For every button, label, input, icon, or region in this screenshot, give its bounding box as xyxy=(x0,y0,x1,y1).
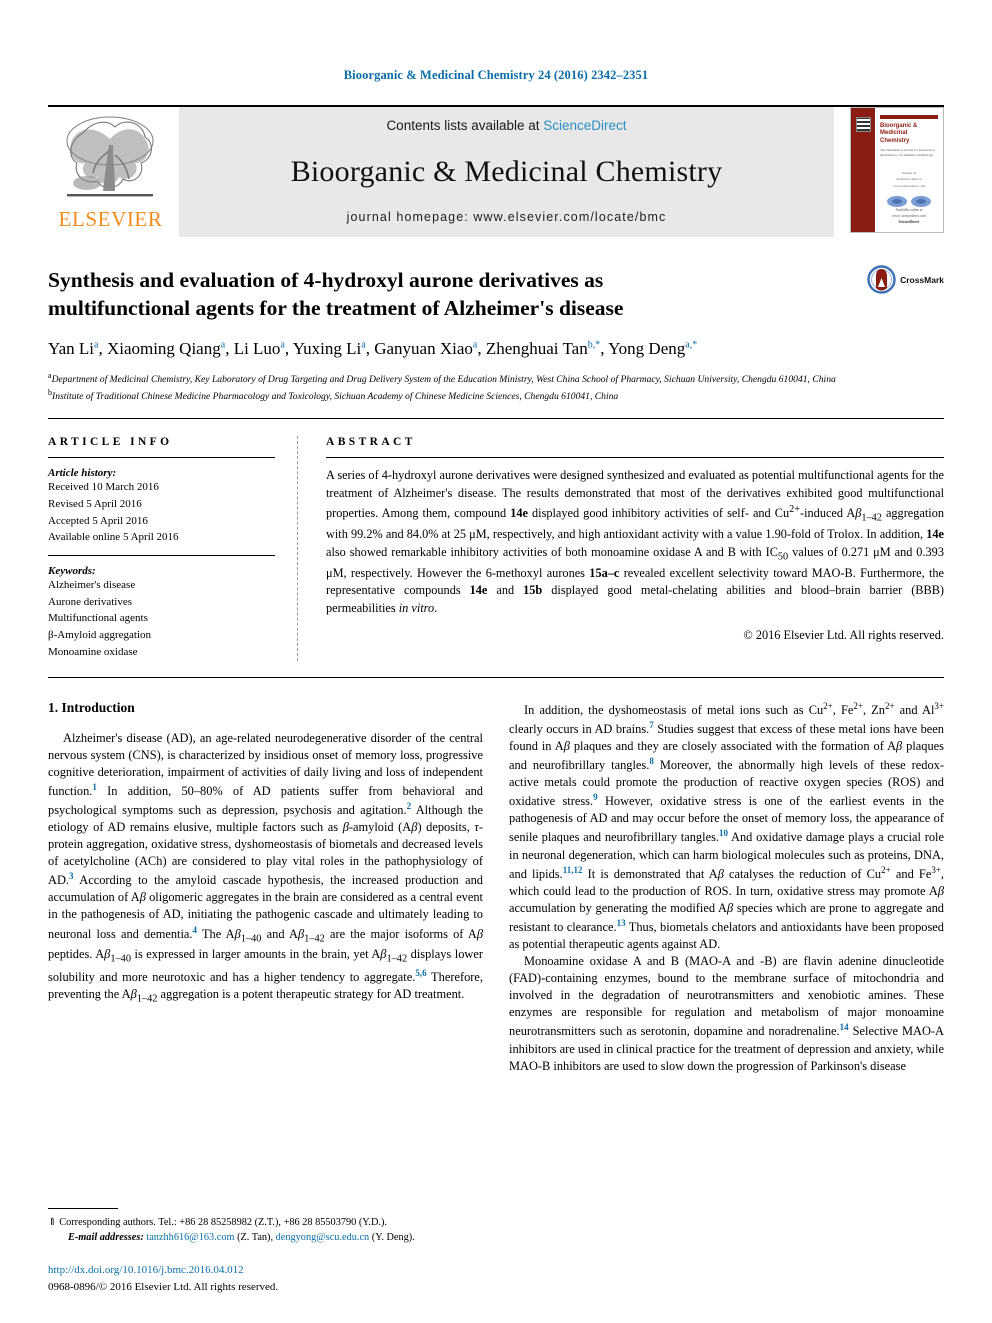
sciencedirect-link[interactable]: ScienceDirect xyxy=(543,118,626,133)
divider xyxy=(48,457,275,459)
corresponding-marker: ⇑ xyxy=(48,1217,57,1229)
keyword-item: Alzheimer's disease xyxy=(48,579,136,592)
paragraph: Alzheimer's disease (AD), an age-related… xyxy=(48,730,484,1005)
body-divider xyxy=(48,676,944,678)
corresponding-text: Corresponding authors. Tel.: +86 28 8525… xyxy=(59,1217,387,1229)
doi-link[interactable]: http://dx.doi.org/10.1016/j.bmc.2016.04.… xyxy=(48,1262,486,1279)
issn-copyright-line: 0968-0896/© 2016 Elsevier Ltd. All right… xyxy=(48,1280,279,1293)
body-column-right: In addition, the dyshomeostasis of metal… xyxy=(509,700,944,1075)
paragraph: In addition, the dyshomeostasis of metal… xyxy=(509,700,945,952)
history-item: Available online 5 April 2016 xyxy=(48,531,179,544)
email-link-tan[interactable]: tanzhh616@163.com xyxy=(146,1232,234,1243)
keyword-item: β-Amyloid aggregation xyxy=(48,629,152,642)
elsevier-logo: ELSEVIER xyxy=(48,107,173,237)
body-column-left: 1. Introduction Alzheimer's disease (AD)… xyxy=(48,700,483,1075)
contents-prefix: Contents lists available at xyxy=(386,118,544,133)
journal-homepage[interactable]: journal homepage: www.elsevier.com/locat… xyxy=(347,210,667,224)
crossmark-icon xyxy=(867,265,896,294)
keyword-item: Aurone derivatives xyxy=(48,595,132,608)
author-list: Yan Lia, Xiaoming Qianga, Li Luoa, Yuxin… xyxy=(48,339,698,359)
cover-artwork xyxy=(880,195,938,207)
journal-cover-thumbnail[interactable]: Bioorganic & Medicinal Chemistry The Tet… xyxy=(850,107,944,233)
abstract-column: ABSTRACT A series of 4-hydroxyl aurone d… xyxy=(298,436,944,660)
body-columns: 1. Introduction Alzheimer's disease (AD)… xyxy=(48,700,944,1075)
article-info-heading: ARTICLE INFO xyxy=(48,436,173,449)
cover-bottom-line-1: Available online at www.sciencedirect.co… xyxy=(891,207,927,218)
affiliations: aDepartment of Medicinal Chemistry, Key … xyxy=(48,370,839,404)
affiliation-b: bInstitute of Traditional Chinese Medici… xyxy=(48,388,619,403)
keywords-block: Keywords: Alzheimer's disease Aurone der… xyxy=(48,565,275,661)
running-head: Bioorganic & Medicinal Chemistry 24 (201… xyxy=(343,68,649,82)
author: Zhenghuai Tanb,* xyxy=(485,339,601,359)
author: Yan Lia xyxy=(48,339,99,359)
title-area: Synthesis and evaluation of 4-hydroxyl a… xyxy=(48,265,944,404)
email-link-deng[interactable]: dengyong@scu.edu.cn xyxy=(276,1232,370,1243)
article-history-label: Article history: xyxy=(48,467,117,480)
paragraph: Monoamine oxidase A and B (MAO-A and -B)… xyxy=(509,954,944,1073)
cover-bottom-line-2: ScienceDirect xyxy=(898,219,920,224)
divider xyxy=(48,555,275,557)
journal-masthead: ELSEVIER Contents lists available at Sci… xyxy=(48,105,944,237)
keyword-item: Multifunctional agents xyxy=(48,612,148,625)
elsevier-wordmark: ELSEVIER xyxy=(58,207,163,231)
article-info-column: ARTICLE INFO Article history: Received 1… xyxy=(48,436,298,661)
cover-bottom-text: Available online at www.sciencedirect.co… xyxy=(880,207,938,228)
author: Yuxing Lia xyxy=(292,339,366,359)
history-item: Received 10 March 2016 xyxy=(48,481,159,494)
cover-spine xyxy=(851,108,875,232)
keywords-list: Alzheimer's disease Aurone derivatives M… xyxy=(48,577,275,661)
cover-subtitle: The Tetrahedron Journal for Research at … xyxy=(880,148,935,158)
page-title: Synthesis and evaluation of 4-hydroxyl a… xyxy=(48,267,839,322)
copyright-line: © 2016 Elsevier Ltd. All rights reserved… xyxy=(743,627,944,642)
molecule-icon xyxy=(887,195,907,207)
author: Li Luoa xyxy=(233,339,285,359)
contents-available-line: Contents lists available at ScienceDirec… xyxy=(386,118,626,133)
email-note: E-mail addresses: tanzhh616@163.com (Z. … xyxy=(48,1231,486,1246)
journal-title: Bioorganic & Medicinal Chemistry xyxy=(290,154,723,188)
footnote-rule xyxy=(48,1208,118,1210)
journal-band: Contents lists available at ScienceDirec… xyxy=(179,107,834,237)
journal-cover-block: Bioorganic & Medicinal Chemistry The Tet… xyxy=(834,107,944,237)
elsevier-tree-icon xyxy=(66,116,154,197)
cover-availability: Available online at www.sciencedirect.co… xyxy=(892,177,926,188)
history-item: Revised 5 April 2016 xyxy=(48,497,142,510)
cover-mid-text: Volume 24 Available online at www.scienc… xyxy=(880,170,938,188)
history-item: Accepted 5 April 2016 xyxy=(48,514,148,527)
author: Xiaoming Qianga xyxy=(106,339,226,359)
article-title-line-1: Synthesis and evaluation of 4-hydroxyl a… xyxy=(48,268,604,292)
qr-code-icon xyxy=(855,117,871,132)
article-history-list: Received 10 March 2016 Revised 5 April 2… xyxy=(48,479,275,546)
abstract-heading: ABSTRACT xyxy=(326,436,416,449)
keyword-item: Monoamine oxidase xyxy=(48,645,138,658)
footnote-block: ⇑ Corresponding authors. Tel.: +86 28 85… xyxy=(48,1208,486,1295)
section-heading-introduction: 1. Introduction xyxy=(48,699,135,715)
author: Ganyuan Xiaoa xyxy=(374,339,478,359)
crossmark-badge[interactable]: CrossMark xyxy=(867,265,944,294)
cover-topbar xyxy=(880,115,938,119)
corresponding-author-note: ⇑ Corresponding authors. Tel.: +86 28 85… xyxy=(48,1216,486,1231)
email-owner-tan: (Z. Tan), xyxy=(237,1232,274,1244)
journal-article-page: Bioorganic & Medicinal Chemistry 24 (201… xyxy=(0,0,992,1323)
author: Yong Denga,* xyxy=(608,339,698,359)
molecule-icon xyxy=(911,195,931,207)
abstract-text: A series of 4-hydroxyl aurone derivative… xyxy=(326,468,945,616)
cover-body: Bioorganic & Medicinal Chemistry The Tet… xyxy=(875,108,943,232)
divider xyxy=(326,457,944,459)
info-abstract-region: ARTICLE INFO Article history: Received 1… xyxy=(48,418,944,661)
cover-title: Bioorganic & Medicinal Chemistry xyxy=(880,122,918,144)
keywords-label: Keywords: xyxy=(48,565,96,578)
crossmark-label: CrossMark xyxy=(900,274,944,285)
doi-block: http://dx.doi.org/10.1016/j.bmc.2016.04.… xyxy=(48,1262,486,1295)
email-owner-deng: (Y. Deng). xyxy=(371,1232,415,1244)
article-title-line-2: multifunctional agents for the treatment… xyxy=(48,295,624,320)
affiliation-a: aDepartment of Medicinal Chemistry, Key … xyxy=(48,370,836,386)
email-label: E-mail addresses: xyxy=(68,1232,144,1244)
